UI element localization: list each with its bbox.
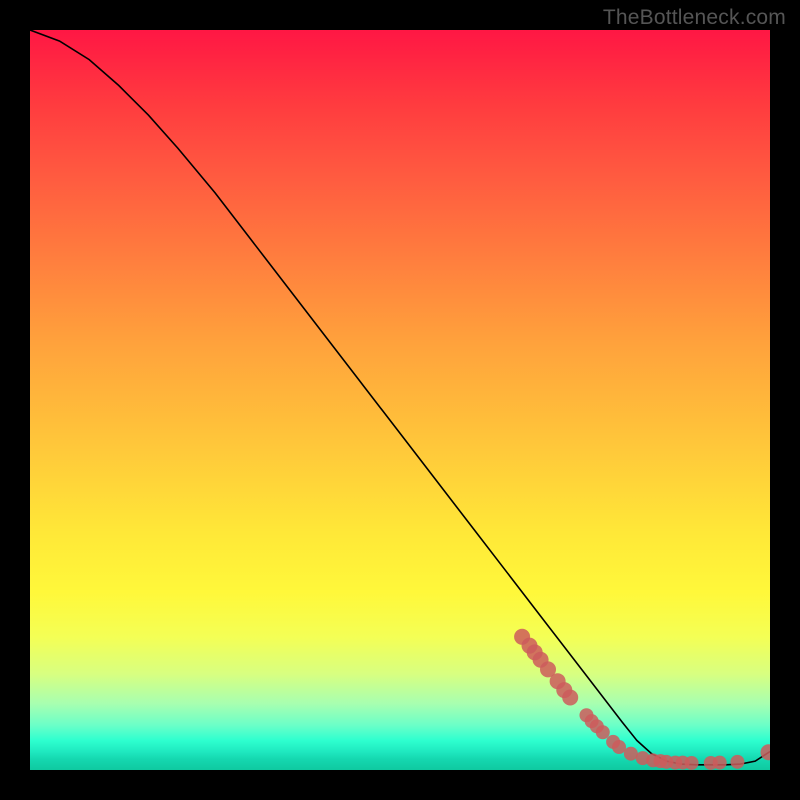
chart-curve-line: [30, 30, 770, 765]
chart-overlay-svg: [30, 30, 770, 770]
chart-dot: [685, 756, 699, 770]
chart-plot-area: [30, 30, 770, 770]
chart-scatter-dots: [514, 629, 770, 770]
watermark-text: TheBottleneck.com: [603, 6, 786, 30]
chart-dot: [713, 756, 727, 770]
chart-dot: [562, 689, 578, 705]
chart-dot: [596, 725, 610, 739]
chart-dot: [761, 744, 770, 760]
chart-dot: [612, 740, 626, 754]
chart-dot: [730, 755, 744, 769]
